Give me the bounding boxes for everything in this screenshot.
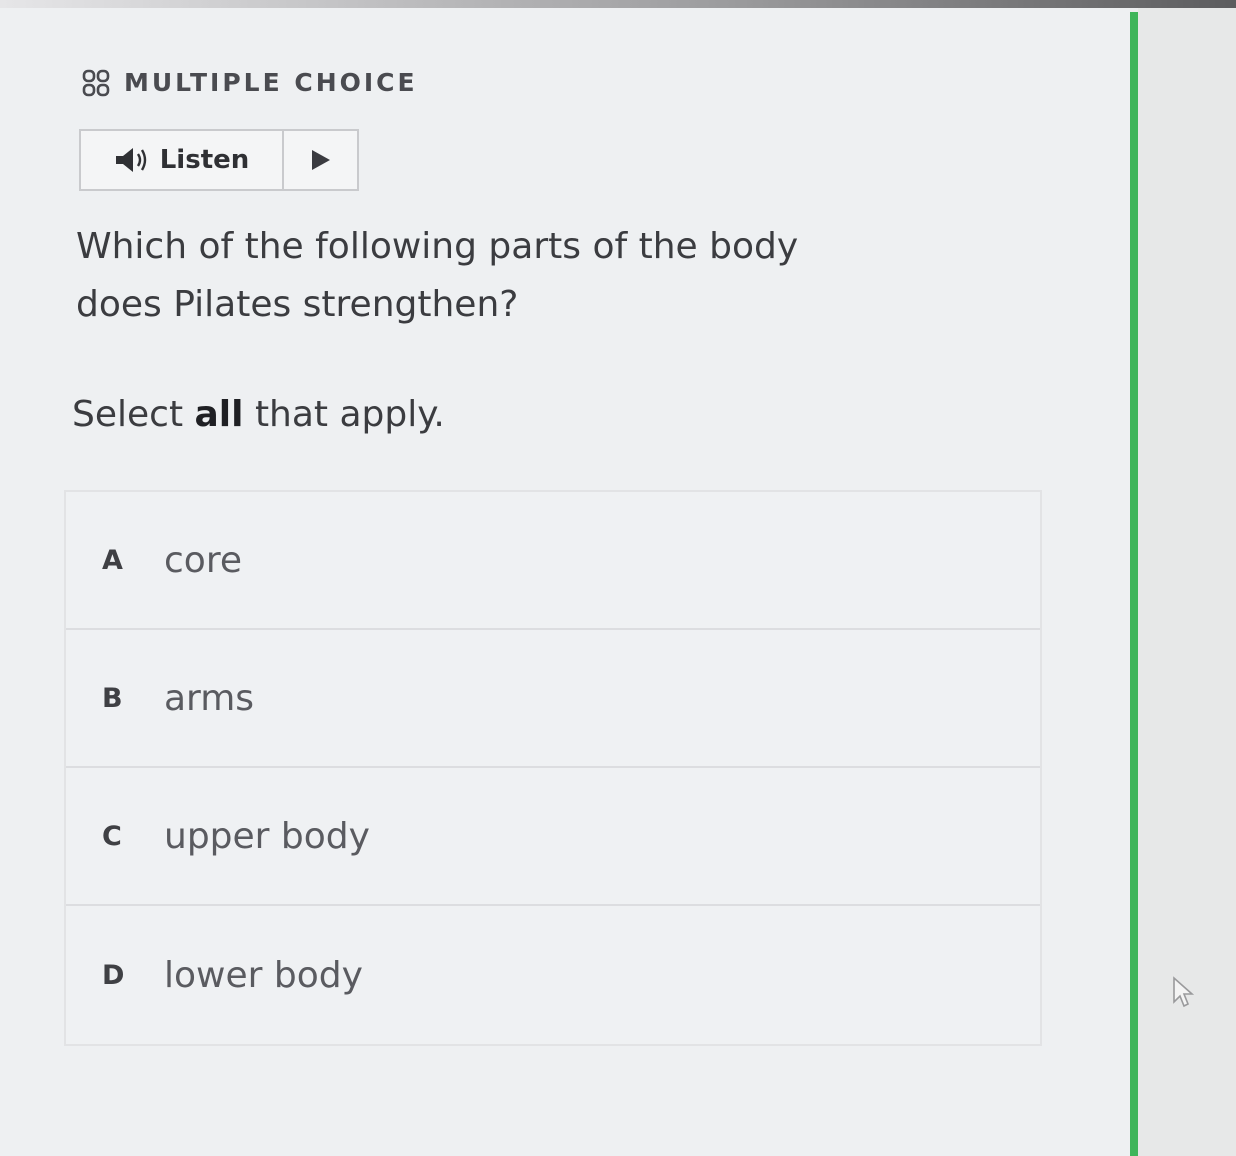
instruction-emphasis: all — [194, 394, 244, 435]
instruction-text: Select all that apply. — [72, 390, 445, 440]
option-text: upper body — [164, 815, 370, 857]
option-text: arms — [164, 677, 255, 719]
question-type-header: MULTIPLE CHOICE — [82, 68, 418, 97]
option-c[interactable]: C upper body — [66, 768, 1040, 906]
progress-accent-bar — [1130, 12, 1138, 1156]
question-type-label: MULTIPLE CHOICE — [124, 68, 418, 97]
listen-button[interactable]: Listen — [81, 131, 284, 189]
instruction-suffix: that apply. — [243, 394, 445, 435]
cursor-icon — [1173, 976, 1195, 1008]
window-top-edge — [0, 0, 1236, 8]
option-text: lower body — [164, 954, 363, 996]
option-b[interactable]: B arms — [66, 630, 1040, 768]
option-letter: C — [102, 820, 122, 852]
play-button[interactable] — [284, 131, 357, 189]
option-text: core — [164, 539, 242, 581]
grid-icon — [82, 69, 110, 96]
play-icon — [311, 150, 330, 170]
listen-label: Listen — [159, 145, 250, 175]
listen-widget: Listen — [79, 129, 359, 191]
option-letter: D — [102, 959, 125, 991]
answer-options: A core B arms C upper body D lower body — [64, 490, 1042, 1046]
option-letter: A — [102, 544, 123, 576]
option-a[interactable]: A core — [66, 492, 1040, 630]
question-text: Which of the following parts of the body… — [76, 226, 799, 325]
option-d[interactable]: D lower body — [66, 906, 1040, 1044]
option-letter: B — [102, 682, 123, 714]
instruction-prefix: Select — [72, 394, 195, 435]
speaker-icon — [115, 148, 146, 172]
